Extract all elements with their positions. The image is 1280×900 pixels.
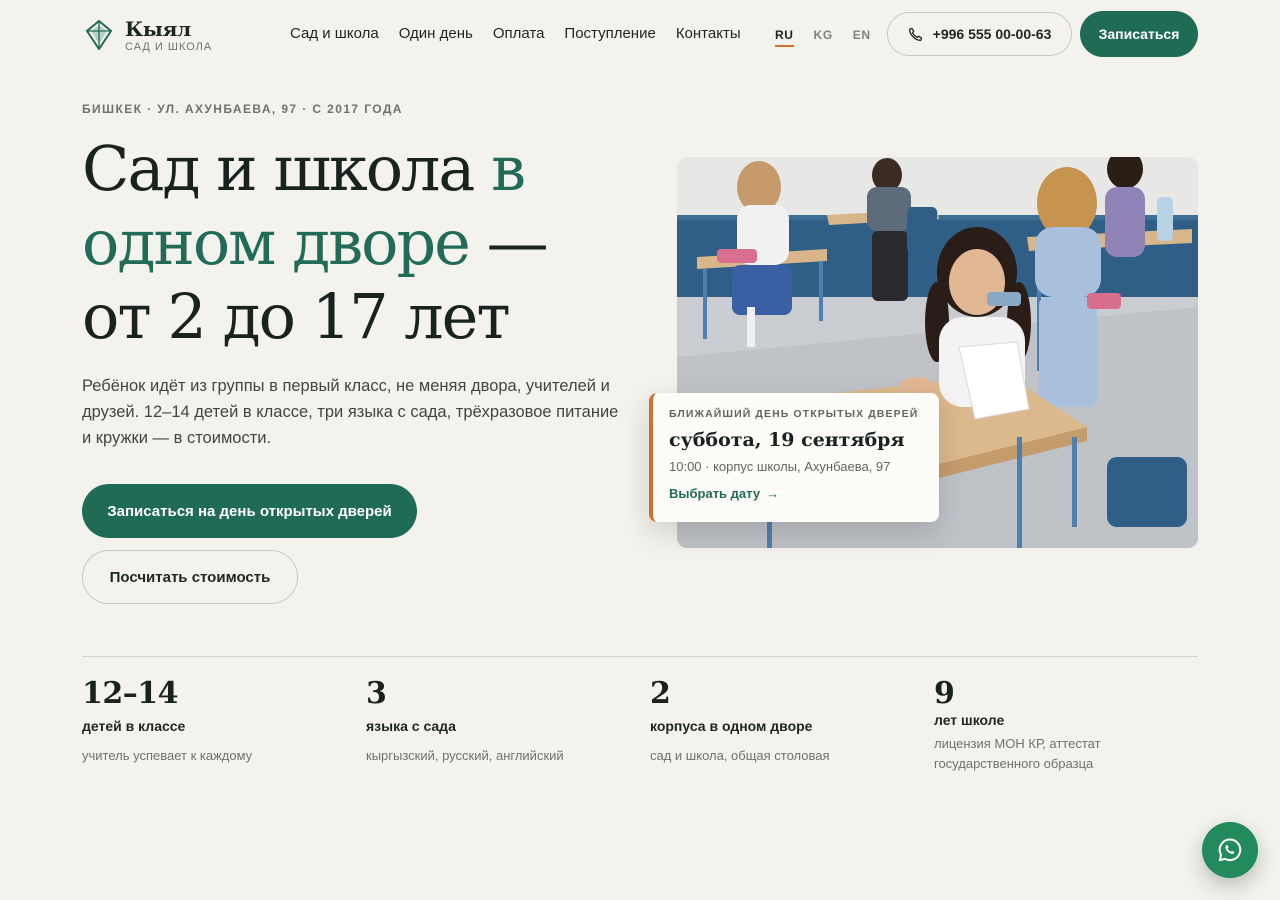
hero-lead: Ребёнок идёт из группы в первый класс, н… xyxy=(82,377,619,447)
whatsapp-icon xyxy=(1218,838,1242,862)
nav-link-contacts[interactable]: Контакты xyxy=(676,24,741,44)
nav-link-admission[interactable]: Поступление xyxy=(564,24,655,44)
stat-description: кыргызский, русский, английский xyxy=(366,748,564,763)
stat-description: лицензия МОН КР, аттестат государственно… xyxy=(934,736,1101,771)
phone-icon xyxy=(908,27,922,41)
stat-label: языка с сада xyxy=(366,718,456,734)
stats-divider xyxy=(82,656,1198,657)
open-day-card: БЛИЖАЙШИЙ ДЕНЬ ОТКРЫТЫХ ДВЕРЕЙ суббота, … xyxy=(649,393,939,522)
stat-class-size: 12–14 детей в классе учитель успевает к … xyxy=(82,676,342,766)
open-day-date: суббота, 19 сентября xyxy=(669,429,905,451)
open-day-details: 10:00 · корпус школы, Ахунбаева, 97 xyxy=(669,459,891,474)
nav-link-one-day[interactable]: Один день xyxy=(399,24,473,44)
stat-languages: 3 языка с сада кыргызский, русский, англ… xyxy=(366,676,626,766)
nav-link-payment[interactable]: Оплата xyxy=(493,24,545,44)
stat-description: учитель успевает к каждому xyxy=(82,748,253,763)
open-day-signup-button[interactable]: Записаться на день открытых дверей xyxy=(82,484,417,538)
phone-number: +996 555 00-00-63 xyxy=(932,26,1052,42)
stat-value: 12–14 xyxy=(82,676,179,711)
choose-date-label: Выбрать дату xyxy=(669,486,761,501)
hero-title: Сад и школа в одном дворе — от 2 до 17 л… xyxy=(82,132,642,354)
phone-button[interactable]: +996 555 00-00-63 xyxy=(887,12,1072,56)
lang-kg[interactable]: KG xyxy=(814,27,833,47)
open-day-eyebrow: БЛИЖАЙШИЙ ДЕНЬ ОТКРЫТЫХ ДВЕРЕЙ xyxy=(669,408,919,420)
calculate-cost-button[interactable]: Посчитать стоимость xyxy=(82,550,298,604)
stat-school-age: 9 лет школе лицензия МОН КР, аттестат го… xyxy=(934,676,1134,774)
language-switcher: RU KG EN xyxy=(775,27,871,47)
logo[interactable]: Кыял САД И ШКОЛА xyxy=(82,16,213,53)
title-line3: от 2 до 17 лет xyxy=(82,280,511,353)
title-line1: Сад и школа xyxy=(82,132,492,205)
stat-buildings: 2 корпуса в одном дворе сад и школа, общ… xyxy=(650,676,910,766)
site-header: Кыял САД И ШКОЛА Сад и школа Один день О… xyxy=(82,11,1198,57)
stat-label: корпуса в одном дворе xyxy=(650,718,813,734)
lang-en[interactable]: EN xyxy=(853,27,871,47)
stat-value: 3 xyxy=(366,676,387,711)
stat-label: лет школе xyxy=(934,712,1005,728)
brand-subtitle: САД И ШКОЛА xyxy=(125,40,213,53)
hero-eyebrow: БИШКЕК · УЛ. АХУНБАЕВА, 97 · С 2017 ГОДА xyxy=(82,102,403,116)
stat-description: сад и школа, общая столовая xyxy=(650,748,830,763)
stat-value: 2 xyxy=(650,676,671,711)
stat-label: детей в классе xyxy=(82,718,186,734)
main-nav: Сад и школа Один день Оплата Поступление… xyxy=(290,24,741,44)
title-line2-rest: — xyxy=(468,206,549,279)
nav-link-garden-school[interactable]: Сад и школа xyxy=(290,24,379,44)
logo-icon xyxy=(85,20,113,50)
brand-name: Кыял xyxy=(125,16,191,41)
choose-date-link[interactable]: Выбрать дату → xyxy=(669,486,923,501)
whatsapp-button[interactable] xyxy=(1202,822,1258,878)
title-accent-2: одном дворе xyxy=(82,206,471,279)
lang-ru[interactable]: RU xyxy=(775,27,794,47)
signup-button[interactable]: Записаться xyxy=(1080,11,1198,57)
stat-value: 9 xyxy=(934,676,955,711)
title-accent-1: в xyxy=(491,132,526,205)
arrow-right-icon: → xyxy=(766,486,780,501)
